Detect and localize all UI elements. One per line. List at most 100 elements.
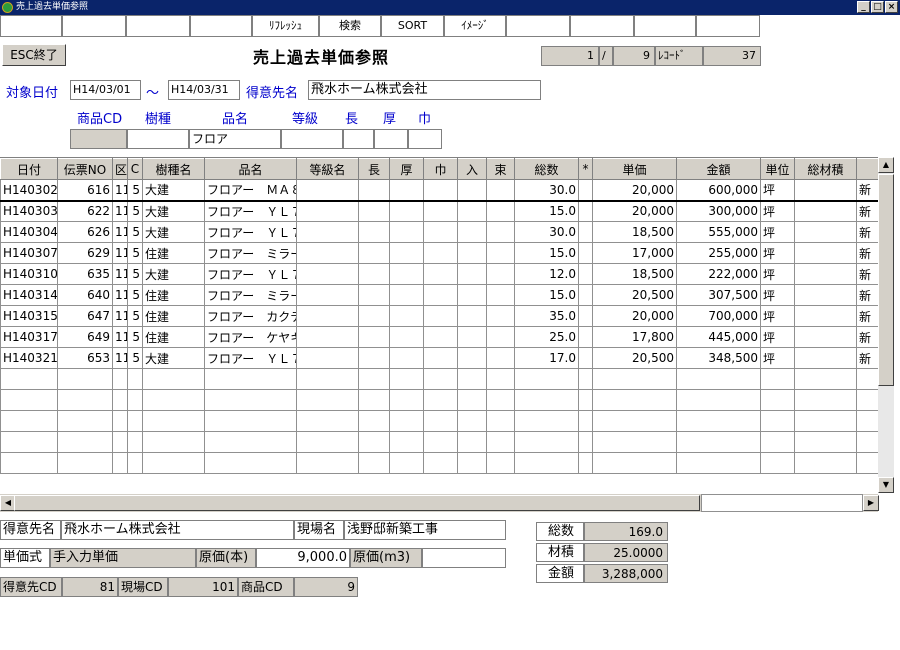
cell-date[interactable] bbox=[0, 452, 58, 474]
species-input[interactable] bbox=[127, 129, 189, 149]
results-grid[interactable]: 日付 伝票NO 区 C 樹種名 品名 等級名長厚巾入束総数 * 単価 金額 単位 総材積 H14030… bbox=[0, 157, 878, 493]
cell-thickness[interactable] bbox=[389, 200, 424, 222]
product-cd-input[interactable] bbox=[70, 129, 127, 149]
cell-qty[interactable] bbox=[514, 389, 579, 411]
refresh-button[interactable]: ﾘﾌﾚｯｼｭ bbox=[252, 15, 319, 37]
table-row[interactable] bbox=[0, 431, 878, 453]
thickness-input[interactable] bbox=[374, 129, 408, 149]
cell-qty[interactable]: 30.0 bbox=[514, 179, 579, 202]
cell-category[interactable]: 11 bbox=[112, 263, 128, 285]
cell-slip-no[interactable]: 635 bbox=[57, 263, 113, 285]
cell-amount[interactable] bbox=[676, 452, 761, 474]
cell-date[interactable] bbox=[0, 410, 58, 432]
cell-length[interactable] bbox=[358, 179, 390, 202]
cell-unit[interactable]: 坪 bbox=[760, 305, 795, 327]
cell-mark[interactable] bbox=[578, 305, 593, 327]
cell-category[interactable] bbox=[112, 368, 128, 390]
cell-bundle[interactable] bbox=[486, 410, 515, 432]
cell-in[interactable] bbox=[457, 347, 487, 369]
cell-unit-price[interactable]: 18,500 bbox=[592, 221, 677, 243]
cell-unit-price[interactable]: 20,000 bbox=[592, 305, 677, 327]
cell-amount[interactable]: 348,500 bbox=[676, 347, 761, 369]
cell-grade[interactable] bbox=[296, 347, 359, 369]
cell-status[interactable]: 新 bbox=[856, 221, 878, 243]
cell-mark[interactable] bbox=[578, 242, 593, 264]
cell-in[interactable] bbox=[457, 305, 487, 327]
cell-amount[interactable]: 300,000 bbox=[676, 200, 761, 222]
cell-thickness[interactable] bbox=[389, 431, 424, 453]
cell-amount[interactable]: 700,000 bbox=[676, 305, 761, 327]
col-header-in[interactable]: 入 bbox=[457, 158, 487, 180]
cell-species[interactable] bbox=[142, 389, 205, 411]
cell-width[interactable] bbox=[423, 452, 458, 474]
cell-unit[interactable]: 坪 bbox=[760, 200, 795, 222]
cell-species[interactable]: 大建 bbox=[142, 221, 205, 243]
cell-species[interactable] bbox=[142, 452, 205, 474]
cell-unit[interactable]: 坪 bbox=[760, 284, 795, 306]
cell-species[interactable]: 大建 bbox=[142, 179, 205, 202]
cell-mark[interactable] bbox=[578, 221, 593, 243]
table-row[interactable]: H140304626115大建フロアー ＹＬ７１－ＤＬ 30.0 18,500555… bbox=[0, 221, 878, 243]
cell-amount[interactable] bbox=[676, 389, 761, 411]
table-row[interactable] bbox=[0, 389, 878, 411]
col-header-c[interactable]: C bbox=[127, 158, 143, 180]
cell-unit[interactable] bbox=[760, 368, 795, 390]
cell-volume[interactable] bbox=[794, 305, 857, 327]
cell-length[interactable] bbox=[358, 368, 390, 390]
cell-date[interactable]: H140304 bbox=[0, 221, 58, 243]
close-button[interactable]: × bbox=[885, 1, 898, 13]
cell-species[interactable]: 大建 bbox=[142, 200, 205, 222]
cell-date[interactable]: H140314 bbox=[0, 284, 58, 306]
cell-unit-price[interactable] bbox=[592, 452, 677, 474]
cell-mark[interactable] bbox=[578, 179, 593, 202]
cell-status[interactable] bbox=[856, 452, 878, 474]
cell-volume[interactable] bbox=[794, 347, 857, 369]
cell-slip-no[interactable] bbox=[57, 431, 113, 453]
cell-qty[interactable]: 12.0 bbox=[514, 263, 579, 285]
table-row[interactable]: H140307629115住建フロアー ミラージ－ＤＦ 15.0 17,000255… bbox=[0, 242, 878, 264]
cell-in[interactable] bbox=[457, 389, 487, 411]
cell-date[interactable]: H140317 bbox=[0, 326, 58, 348]
cell-unit-price[interactable]: 20,000 bbox=[592, 200, 677, 222]
cell-category[interactable]: 11 bbox=[112, 200, 128, 222]
cell-date[interactable] bbox=[0, 368, 58, 390]
cell-c[interactable]: 5 bbox=[127, 284, 143, 306]
cell-mark[interactable] bbox=[578, 389, 593, 411]
table-row[interactable]: H140302616115大建フロアー ＭＡ８６－ＡＳ 30.0 20,000600… bbox=[0, 179, 878, 202]
cell-c[interactable]: 5 bbox=[127, 305, 143, 327]
cell-category[interactable]: 11 bbox=[112, 305, 128, 327]
cell-unit[interactable] bbox=[760, 431, 795, 453]
cell-grade[interactable] bbox=[296, 431, 359, 453]
cell-thickness[interactable] bbox=[389, 242, 424, 264]
cell-unit-price[interactable] bbox=[592, 431, 677, 453]
cell-species[interactable]: 住建 bbox=[142, 326, 205, 348]
cell-bundle[interactable] bbox=[486, 389, 515, 411]
search-button[interactable]: 検索 bbox=[319, 15, 381, 37]
cell-date[interactable] bbox=[0, 431, 58, 453]
cell-status[interactable]: 新 bbox=[856, 200, 878, 222]
cell-category[interactable]: 11 bbox=[112, 242, 128, 264]
col-header-unit[interactable]: 単位 bbox=[760, 158, 795, 180]
cell-species[interactable]: 住建 bbox=[142, 242, 205, 264]
cell-qty[interactable] bbox=[514, 431, 579, 453]
cell-unit[interactable]: 坪 bbox=[760, 221, 795, 243]
cell-length[interactable] bbox=[358, 284, 390, 306]
cell-status[interactable]: 新 bbox=[856, 284, 878, 306]
col-header-thickness[interactable]: 厚 bbox=[389, 158, 424, 180]
cell-slip-no[interactable]: 616 bbox=[57, 179, 113, 202]
cell-date[interactable]: H140321 bbox=[0, 347, 58, 369]
cell-amount[interactable]: 255,000 bbox=[676, 242, 761, 264]
fkey-empty-2[interactable] bbox=[62, 15, 126, 37]
cell-mark[interactable] bbox=[578, 410, 593, 432]
cell-qty[interactable]: 15.0 bbox=[514, 242, 579, 264]
customer-input[interactable]: 飛水ホーム株式会社 bbox=[308, 80, 541, 100]
cell-width[interactable] bbox=[423, 179, 458, 202]
cell-product-name[interactable]: フロアー ケヤキＤＸ－ＢＮ bbox=[204, 326, 297, 348]
cell-slip-no[interactable]: 626 bbox=[57, 221, 113, 243]
cell-slip-no[interactable] bbox=[57, 410, 113, 432]
vertical-scroll-thumb[interactable] bbox=[878, 174, 894, 386]
cell-category[interactable] bbox=[112, 410, 128, 432]
cell-grade[interactable] bbox=[296, 263, 359, 285]
image-button[interactable]: ｲﾒｰｼﾞ bbox=[444, 15, 506, 37]
cell-species[interactable] bbox=[142, 410, 205, 432]
